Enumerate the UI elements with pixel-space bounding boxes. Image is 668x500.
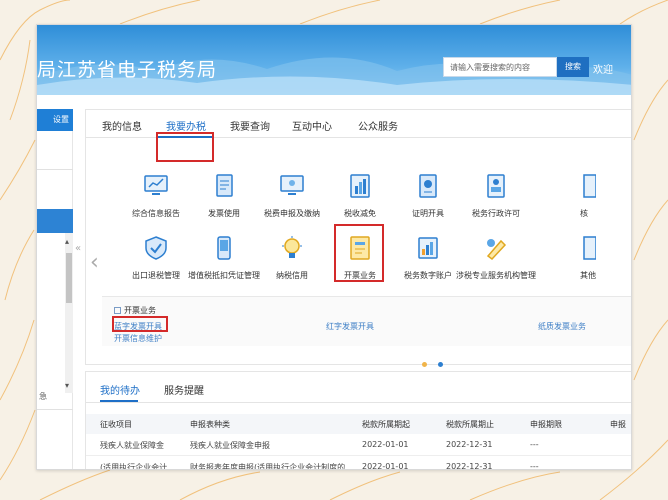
service-panel: 我的信息 我要办税 我要查询 互动中心 公众服务 ‹ 综合信息报告 发票使用 税… <box>85 109 631 367</box>
todo-divider <box>86 402 631 403</box>
scrollbar-thumb[interactable] <box>66 253 72 303</box>
sidebar-divider <box>37 409 73 410</box>
invoice-subpanel: 开票业务 蓝字发票开具 红字发票开具 纸质发票业务 开票信息维护 <box>102 296 631 346</box>
table-cell: 2022-01-01 <box>362 440 409 449</box>
pen-icon <box>486 239 507 261</box>
header-banner: 局江苏省电子税务局 请输入需要搜索的内容 搜索 欢迎 <box>37 25 631 95</box>
table-row[interactable]: (适用执行企业会计... 财务报表年度申报(适用执行企业会计制度的... 202… <box>86 456 631 470</box>
tab-tax-handling[interactable]: 我要办税 <box>166 118 206 133</box>
column-header: 税款所属期起 <box>362 420 410 429</box>
link-invoice-info[interactable]: 开票信息维护 <box>114 333 162 344</box>
document-icon <box>216 174 233 197</box>
lightbulb-icon <box>282 236 302 258</box>
service-label: 涉税专业服务机构管理 <box>456 271 536 280</box>
link-paper-invoice[interactable]: 纸质发票业务 <box>538 321 586 332</box>
sidebar-divider <box>37 169 73 170</box>
service-label: 核 <box>580 209 588 218</box>
site-title: 局江苏省电子税务局 <box>37 59 218 81</box>
table-cell: --- <box>530 462 539 470</box>
column-header: 申报期限 <box>530 420 562 429</box>
scroll-up-icon[interactable]: ▴ <box>65 237 69 246</box>
sidebar-text-snippet: 急 <box>39 392 47 401</box>
table-cell: 2022-12-31 <box>446 462 493 470</box>
column-header: 申报表种类 <box>190 420 230 429</box>
certificate-icon <box>419 174 437 198</box>
table-cell: --- <box>530 440 539 449</box>
column-header: 申报 <box>610 420 626 429</box>
table-cell: 残疾人就业保障金 <box>100 441 164 450</box>
tab-my-todo[interactable]: 我的待办 <box>100 382 140 397</box>
carousel-prev-icon[interactable]: ‹ <box>90 250 99 275</box>
tab-service-reminder[interactable]: 服务提醒 <box>164 382 204 397</box>
tab-query[interactable]: 我要查询 <box>230 118 270 133</box>
checkbox-icon <box>114 307 121 314</box>
table-row[interactable]: 残疾人就业保障金 残疾人就业保障金申报 2022-01-01 2022-12-3… <box>86 434 631 456</box>
link-red-invoice[interactable]: 红字发票开具 <box>326 321 374 332</box>
scroll-down-icon[interactable]: ▾ <box>65 381 69 390</box>
sidebar-list-header[interactable] <box>37 209 73 233</box>
ledger-icon <box>418 237 438 259</box>
welcome-text: 欢迎 <box>593 65 613 76</box>
tab-public-service[interactable]: 公众服务 <box>358 118 398 133</box>
service-admin-license[interactable]: 税务行政许可 <box>456 174 536 219</box>
search-input[interactable]: 请输入需要搜索的内容 <box>443 57 557 77</box>
left-sidebar: 设置 ▴ ▾ 急 <box>37 109 73 469</box>
service-label: 其他 <box>580 271 596 280</box>
phone-icon <box>217 236 231 260</box>
todo-panel: 我的待办 服务提醒 征收项目 申报表种类 税款所属期起 税款所属期止 申报期限 … <box>85 371 631 470</box>
table-header: 征收项目 申报表种类 税款所属期起 税款所属期止 申报期限 申报 <box>86 414 631 434</box>
tab-my-info[interactable]: 我的信息 <box>102 118 142 133</box>
carousel-dot-active[interactable] <box>438 362 443 367</box>
browser-screen: 局江苏省电子税务局 请输入需要搜索的内容 搜索 欢迎 设置 ▴ ▾ 急 « 我的… <box>36 24 632 470</box>
bar-chart-icon <box>350 174 370 198</box>
table-cell: (适用执行企业会计... <box>100 463 175 470</box>
table-cell: 2022-01-01 <box>362 462 409 470</box>
service-other[interactable]: 其他 <box>570 236 630 281</box>
service-partial-right[interactable]: 核 <box>570 174 630 219</box>
service-agency-management[interactable]: 涉税专业服务机构管理 <box>456 236 536 281</box>
shield-icon <box>145 236 167 260</box>
sidebar-scrollbar[interactable] <box>65 233 73 393</box>
settings-button[interactable]: 设置 <box>37 109 73 131</box>
subpanel-title: 开票业务 <box>114 305 156 316</box>
highlight-box-invoicing <box>334 224 384 282</box>
id-card-icon <box>487 174 505 198</box>
monitor-chart-icon <box>144 175 168 195</box>
table-cell: 财务报表年度申报(适用执行企业会计制度的... <box>190 463 353 470</box>
highlight-box-tab <box>156 132 214 162</box>
column-header: 征收项目 <box>100 420 132 429</box>
column-header: 税款所属期止 <box>446 420 494 429</box>
tab-interaction-center[interactable]: 互动中心 <box>292 118 332 133</box>
partial-icon <box>583 174 597 198</box>
carousel-dot[interactable] <box>422 362 427 367</box>
table-cell: 残疾人就业保障金申报 <box>190 441 270 450</box>
search-button[interactable]: 搜索 <box>557 57 589 77</box>
collapse-sidebar-icon[interactable]: « <box>75 243 81 254</box>
service-label: 税务行政许可 <box>472 209 520 218</box>
highlight-box-blue-invoice <box>112 316 168 332</box>
partial-icon <box>583 236 597 260</box>
monitor-icon <box>280 175 304 195</box>
table-cell: 2022-12-31 <box>446 440 493 449</box>
